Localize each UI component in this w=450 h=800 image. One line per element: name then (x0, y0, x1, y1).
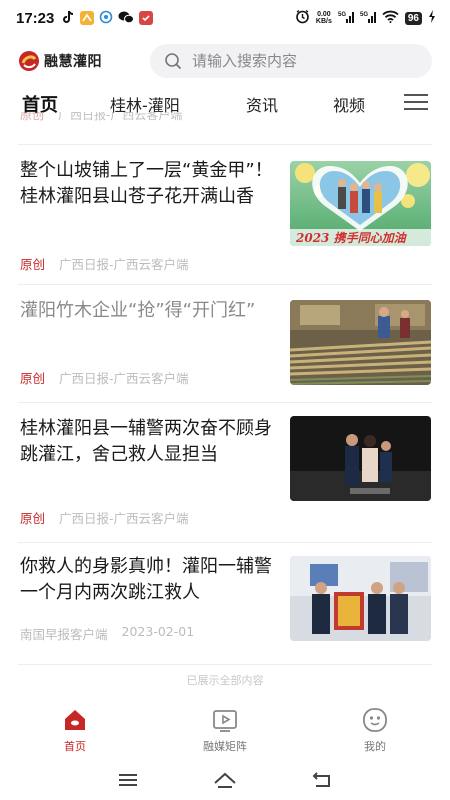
smiley-icon (363, 708, 387, 732)
search-input[interactable] (192, 52, 392, 70)
system-back-button[interactable] (309, 769, 335, 791)
alarm-icon (295, 9, 310, 27)
wechat-icon (118, 9, 135, 28)
house-outline-icon (214, 772, 236, 788)
article-thumbnail[interactable]: 2023 携手同心加油 (290, 161, 431, 246)
system-navigation-bar (0, 760, 450, 800)
wifi-icon (382, 10, 399, 26)
article-meta: 原创 广西日报-广西云客户端 (20, 508, 189, 527)
article-tag: 原创 (20, 371, 46, 386)
article-title[interactable]: 桂林灌阳县一辅警两次奋不顾身跳灌江，舍己救人显担当 (20, 416, 275, 468)
app-header: 融慧灌阳 (0, 40, 450, 82)
video-play-icon (213, 710, 237, 732)
network-speed-unit: KB/s (315, 18, 332, 25)
article-title[interactable]: 灌阳竹木企业“抢”得“开门红” (20, 298, 275, 324)
system-menu-button[interactable] (115, 769, 141, 791)
search-icon (165, 53, 181, 69)
battery-level: 96 (404, 11, 422, 25)
link-app-icon (99, 9, 113, 28)
tiktok-icon (62, 9, 75, 28)
article-thumbnail[interactable] (290, 556, 431, 641)
nav-home[interactable]: 首页 (0, 700, 150, 758)
article-tag: 原创 (20, 257, 46, 272)
menu-line (404, 94, 428, 96)
menu-line (404, 101, 428, 103)
nav-home-label: 首页 (64, 740, 86, 753)
article-source: 广西日报-广西云客户端 (59, 511, 189, 526)
network-speed: 0.00 KB/s (316, 11, 332, 25)
article-thumbnail[interactable] (290, 416, 431, 501)
search-box[interactable] (150, 44, 432, 78)
thumbnail-caption: 2023 携手同心加油 (296, 231, 406, 245)
app-notification-icon (80, 11, 95, 25)
home-icon (65, 710, 85, 730)
news-feed[interactable]: 原创 广西日报-广西云客户端 整个山坡铺上了一层“黄金甲”！桂林灌阳县山苍子花开… (0, 112, 450, 700)
app-logo[interactable]: 融慧灌阳 (18, 50, 138, 72)
article-card[interactable]: 灌阳竹木企业“抢”得“开门红” 原创 广西日报-广西云客户端 (0, 284, 450, 399)
status-time: 17:23 (16, 9, 55, 27)
article-tag: 原创 (20, 112, 45, 122)
article-source: 广西日报-广西云客户端 (58, 112, 183, 122)
nav-media-matrix-label: 融媒矩阵 (203, 740, 247, 753)
article-meta: 原创 广西日报-广西云客户端 (20, 254, 189, 273)
notification-icons (62, 9, 154, 28)
article-date: 2023-02-01 (121, 624, 195, 639)
article-card[interactable]: 整个山坡铺上了一层“黄金甲”！桂林灌阳县山苍子花开满山香 原创 广西日报-广西云… (0, 144, 450, 282)
partial-article-meta: 原创 广西日报-广西云客户端 (20, 112, 182, 128)
svg-text:5G: 5G (360, 12, 368, 18)
feed-end-note: 已展示全部内容 (186, 674, 264, 687)
news-app-icon (139, 11, 154, 25)
article-tag: 原创 (20, 511, 46, 526)
article-source: 南国早报客户端 (20, 627, 108, 642)
divider (18, 664, 432, 665)
status-bar: 17:23 0.00 KB/s 5G 5G 96 (0, 0, 450, 36)
status-right: 0.00 KB/s 5G 5G 96 (295, 9, 436, 27)
article-meta: 南国早报客户端 2023-02-01 (20, 624, 194, 643)
article-title[interactable]: 你救人的身影真帅！灌阳一辅警一个月内两次跳江救人 (20, 554, 275, 606)
charging-icon (428, 10, 436, 26)
article-meta: 原创 广西日报-广西云客户端 (20, 368, 189, 387)
article-thumbnail[interactable] (290, 300, 431, 385)
menu-icon (119, 774, 138, 786)
nav-mine[interactable]: 我的 (300, 700, 450, 758)
signal-icon-2: 5G (360, 10, 376, 26)
article-title[interactable]: 整个山坡铺上了一层“黄金甲”！桂林灌阳县山苍子花开满山香 (20, 158, 275, 210)
article-card[interactable]: 你救人的身影真帅！灌阳一辅警一个月内两次跳江救人 南国早报客户端 2023-02… (0, 542, 450, 662)
nav-media-matrix[interactable]: 融媒矩阵 (150, 700, 300, 758)
article-source: 广西日报-广西云客户端 (59, 371, 189, 386)
channel-menu-icon[interactable] (404, 94, 428, 114)
menu-line (404, 108, 428, 110)
logo-text: 融慧灌阳 (44, 54, 102, 70)
article-source: 广西日报-广西云客户端 (59, 257, 189, 272)
back-arrow-icon (312, 772, 330, 787)
bottom-navigation: 首页 融媒矩阵 我的 (0, 700, 450, 758)
system-home-button[interactable] (212, 769, 238, 791)
article-card[interactable]: 桂林灌阳县一辅警两次奋不顾身跳灌江，舍己救人显担当 原创 广西日报-广西云客户端 (0, 402, 450, 540)
logo-icon (19, 51, 39, 71)
svg-text:5G: 5G (338, 12, 346, 18)
signal-icon-1: 5G (338, 10, 354, 26)
nav-mine-label: 我的 (364, 740, 386, 753)
network-speed-value: 0.00 (317, 11, 331, 18)
